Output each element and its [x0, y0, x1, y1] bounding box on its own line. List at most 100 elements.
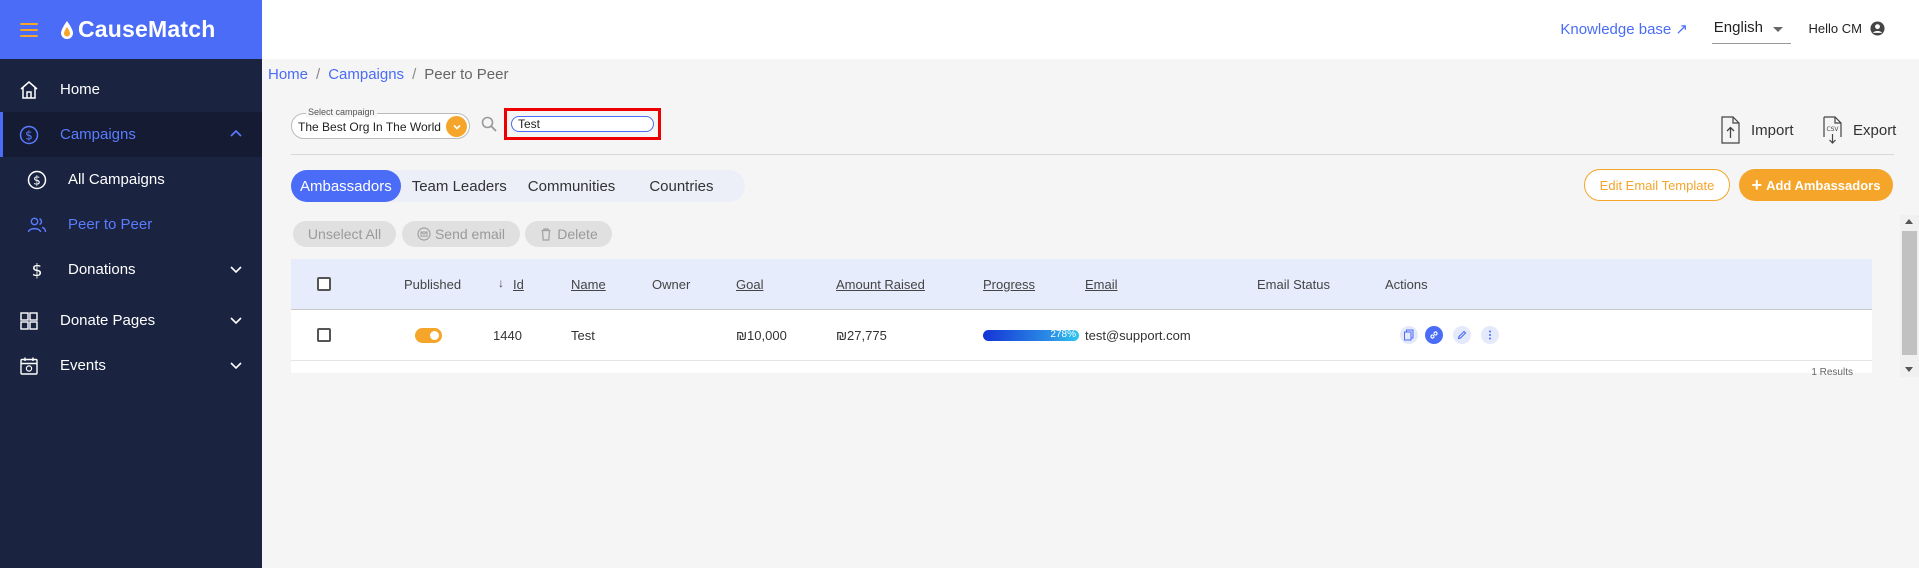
- import-label: Import: [1751, 121, 1794, 139]
- svg-text:CSV: CSV: [1826, 126, 1839, 133]
- language-select[interactable]: English: [1711, 14, 1791, 44]
- brand-bar: CauseMatch: [0, 0, 262, 59]
- send-email-label: Send email: [434, 226, 506, 242]
- sidebar-item-label: Campaigns: [60, 126, 136, 143]
- search-icon: [481, 116, 497, 132]
- tab-countries[interactable]: Countries: [639, 170, 723, 202]
- column-amount-raised[interactable]: Amount Raised: [836, 277, 925, 292]
- tab-ambassadors[interactable]: Ambassadors: [291, 170, 401, 202]
- unselect-all-button[interactable]: Unselect All: [293, 221, 396, 247]
- sidebar-item-label: Home: [60, 81, 101, 98]
- copy-page-icon: [1400, 326, 1418, 344]
- caret-down-icon: [1773, 27, 1783, 32]
- edit-action[interactable]: [1453, 326, 1471, 344]
- published-toggle[interactable]: [415, 328, 442, 343]
- copy-page-action[interactable]: [1400, 326, 1418, 344]
- select-all-checkbox[interactable]: [317, 277, 331, 291]
- pencil-icon: [1453, 326, 1471, 344]
- column-email[interactable]: Email: [1085, 277, 1118, 292]
- users-icon: [26, 214, 48, 236]
- sidebar-item-donations[interactable]: $ Donations: [0, 247, 262, 292]
- dollar-icon: $: [26, 259, 48, 281]
- breadcrumb: Home / Campaigns / Peer to Peer: [268, 66, 508, 83]
- csv-file-icon: CSV: [1823, 116, 1842, 144]
- delete-label: Delete: [557, 226, 598, 242]
- scrollbar-thumb[interactable]: [1902, 231, 1917, 355]
- sidebar-item-campaigns[interactable]: $ Campaigns: [0, 112, 262, 157]
- language-value: English: [1713, 19, 1763, 36]
- search-input[interactable]: [511, 116, 654, 132]
- link-icon: [1425, 326, 1443, 344]
- sidebar-item-label: Events: [60, 357, 106, 374]
- import-file-icon: [1721, 116, 1740, 144]
- add-ambassadors-label: Add Ambassadors: [1766, 177, 1881, 193]
- send-email-button[interactable]: Send email: [402, 221, 520, 247]
- export-button[interactable]: CSV Export: [1821, 116, 1896, 144]
- campaign-select-label: Select campaign: [306, 107, 377, 117]
- import-button[interactable]: Import: [1719, 116, 1794, 144]
- row-id: 1440: [493, 328, 522, 343]
- scroll-down-icon[interactable]: [1905, 367, 1913, 372]
- menu-icon[interactable]: [20, 22, 38, 37]
- column-goal[interactable]: Goal: [736, 277, 763, 292]
- scrollbar[interactable]: [1900, 215, 1919, 377]
- calendar-icon: [18, 355, 40, 377]
- svg-text:$: $: [32, 261, 43, 280]
- campaign-select[interactable]: Select campaign The Best Org In The Worl…: [291, 107, 470, 139]
- sidebar-item-donate-pages[interactable]: Donate Pages: [0, 298, 262, 343]
- column-id[interactable]: Id: [513, 277, 524, 292]
- delete-button[interactable]: Delete: [525, 221, 612, 247]
- tab-team-leaders[interactable]: Team Leaders: [402, 170, 517, 202]
- chevron-down-icon[interactable]: [446, 116, 467, 137]
- ambassadors-table: Published ↓ Id Name Owner Goal Amount Ra…: [291, 259, 1872, 378]
- edit-email-template-button[interactable]: Edit Email Template: [1584, 169, 1730, 201]
- column-email-status: Email Status: [1257, 277, 1330, 292]
- chevron-down-icon[interactable]: [230, 359, 242, 371]
- tab-bar: Ambassadors Team Leaders Communities Cou…: [291, 170, 745, 202]
- column-progress[interactable]: Progress: [983, 277, 1035, 292]
- campaign-select-value: The Best Org In The World: [298, 120, 441, 134]
- row-name[interactable]: Test: [571, 328, 595, 343]
- add-ambassadors-button[interactable]: + Add Ambassadors: [1739, 169, 1893, 201]
- scroll-up-icon[interactable]: [1905, 219, 1913, 224]
- table-header: Published ↓ Id Name Owner Goal Amount Ra…: [291, 259, 1872, 310]
- sidebar-item-home[interactable]: Home: [0, 67, 262, 112]
- sidebar-item-peer-to-peer[interactable]: Peer to Peer: [0, 202, 262, 247]
- more-actions[interactable]: [1481, 326, 1499, 344]
- grid-icon: [18, 310, 40, 332]
- row-goal: ₪10,000: [736, 328, 787, 343]
- column-name[interactable]: Name: [571, 277, 606, 292]
- breadcrumb-home[interactable]: Home: [268, 66, 308, 83]
- dollar-circle-icon: $: [18, 124, 40, 146]
- table-row: 1440 Test ₪10,000 ₪27,775 278% test@supp…: [291, 310, 1872, 361]
- user-greeting: Hello CM: [1808, 21, 1862, 36]
- chevron-down-icon[interactable]: [230, 263, 242, 275]
- sort-arrow-down-icon[interactable]: ↓: [498, 276, 504, 290]
- knowledge-base-link[interactable]: Knowledge base ↗: [1560, 20, 1688, 38]
- row-amount-raised: ₪27,775: [836, 328, 887, 343]
- table-footer-spacer: [291, 361, 1872, 373]
- divider: [291, 154, 1894, 155]
- sidebar-item-all-campaigns[interactable]: $ All Campaigns: [0, 157, 262, 202]
- account-circle-icon: [1870, 21, 1885, 36]
- column-actions: Actions: [1385, 277, 1428, 292]
- progress-value: 278%: [1050, 329, 1076, 340]
- chevron-up-icon[interactable]: [230, 128, 242, 140]
- breadcrumb-campaigns[interactable]: Campaigns: [328, 66, 404, 83]
- breadcrumb-separator: /: [412, 66, 417, 83]
- tab-communities[interactable]: Communities: [518, 170, 626, 202]
- row-email: test@support.com: [1085, 328, 1191, 343]
- chevron-down-icon[interactable]: [230, 314, 242, 326]
- plus-icon: +: [1751, 174, 1763, 195]
- sidebar-item-events[interactable]: Events: [0, 343, 262, 388]
- sidebar-item-label: Donations: [68, 261, 136, 278]
- link-action[interactable]: [1425, 326, 1443, 344]
- svg-text:$: $: [25, 128, 33, 142]
- row-checkbox[interactable]: [317, 328, 331, 342]
- main-content: Home / Campaigns / Peer to Peer Select campa…: [262, 59, 1919, 568]
- home-icon: [18, 79, 40, 101]
- sidebar: CauseMatch Home $ Campaigns $ All Campai…: [0, 0, 262, 568]
- svg-text:$: $: [33, 173, 41, 187]
- results-count: 1 Results: [1811, 367, 1853, 378]
- user-menu[interactable]: Hello CM: [1809, 21, 1885, 36]
